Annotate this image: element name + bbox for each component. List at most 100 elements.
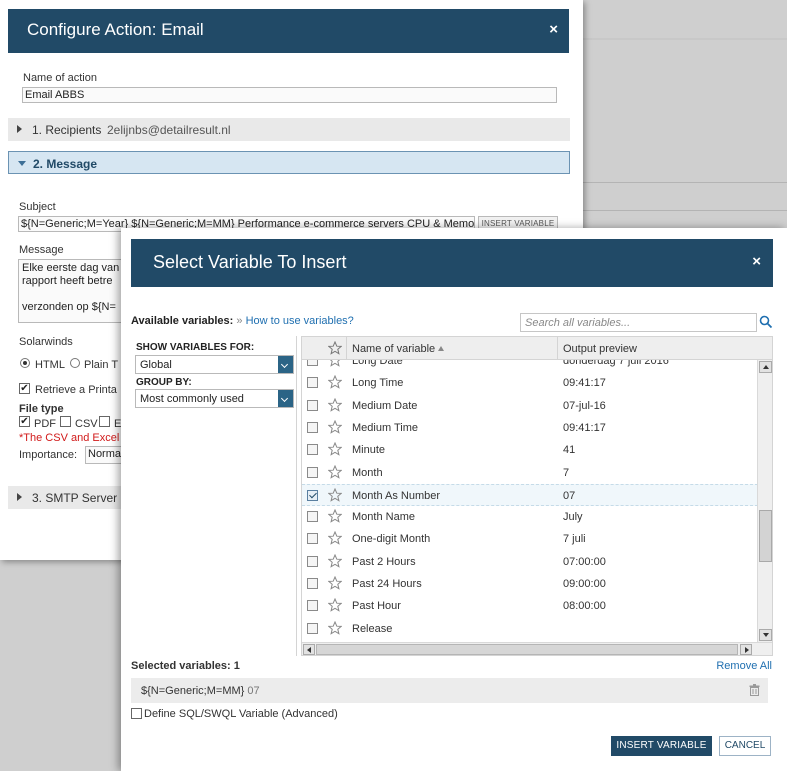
variable-name: Past Hour <box>352 600 401 613</box>
variable-name: Medium Time <box>352 421 419 434</box>
format-plain-radio[interactable] <box>70 358 80 368</box>
row-checkbox[interactable] <box>307 489 318 501</box>
row-checkbox[interactable] <box>307 511 318 523</box>
star-icon[interactable] <box>328 620 342 635</box>
chevron-down-icon[interactable] <box>278 356 293 373</box>
variable-name: Medium Date <box>352 399 418 412</box>
star-icon[interactable] <box>328 464 342 479</box>
horizontal-scroll-thumb[interactable] <box>316 644 738 655</box>
section-title: 3. SMTP Server <box>32 491 118 505</box>
importance-label: Importance: <box>19 449 78 461</box>
group-by-select[interactable]: Most commonly used <box>135 389 294 408</box>
star-icon[interactable] <box>328 397 342 412</box>
star-icon[interactable] <box>328 553 342 568</box>
scroll-right-icon[interactable] <box>740 644 752 655</box>
table-row[interactable]: Past Hour 08:00:00 <box>302 595 758 617</box>
define-sql-checkbox[interactable] <box>131 708 142 719</box>
table-row[interactable]: One-digit Month 7 juli <box>302 528 758 550</box>
grid-header: Name of variable Output preview <box>302 337 772 360</box>
message-line: Elke eerste dag van <box>22 262 120 274</box>
table-row[interactable]: Release <box>302 618 758 640</box>
message-label: Message <box>19 244 64 256</box>
table-row[interactable]: Minute 41 <box>302 439 758 461</box>
row-checkbox[interactable] <box>307 377 318 389</box>
scroll-up-icon[interactable] <box>759 361 772 373</box>
table-row[interactable]: Month 7 <box>302 462 758 484</box>
vertical-scrollbar[interactable] <box>757 360 772 642</box>
background-strip <box>583 38 787 40</box>
name-of-action-input[interactable]: Email ABBS <box>22 87 557 103</box>
configure-dialog-title: Configure Action: Email <box>27 20 204 39</box>
row-checkbox[interactable] <box>307 600 318 612</box>
trash-icon[interactable] <box>749 684 760 696</box>
retrieve-printable-checkbox[interactable]: ✔ <box>19 383 30 394</box>
show-variables-for-select[interactable]: Global <box>135 355 294 374</box>
row-checkbox[interactable] <box>307 578 318 589</box>
scroll-left-icon[interactable] <box>303 644 315 655</box>
table-row[interactable]: Medium Date 07-jul-16 <box>302 395 758 417</box>
scroll-thumb[interactable] <box>759 510 772 562</box>
star-icon[interactable] <box>328 375 342 390</box>
star-icon[interactable] <box>328 442 342 456</box>
variable-name: One-digit Month <box>352 533 431 546</box>
message-textarea[interactable]: Elke eerste dag van rapport heeft betre … <box>18 259 128 323</box>
available-label-text: Available variables: <box>131 315 234 327</box>
star-icon[interactable] <box>328 341 342 355</box>
table-row[interactable]: Month As Number 07 <box>302 483 758 506</box>
row-checkbox[interactable] <box>307 555 318 567</box>
file-type-csv-checkbox[interactable] <box>60 416 71 427</box>
scroll-down-icon[interactable] <box>759 629 772 641</box>
selected-variables-count: Selected variables: 1 <box>131 660 240 672</box>
insert-variable-button[interactable]: INSERT VARIABLE <box>611 736 712 756</box>
variable-name: Month As Number <box>352 489 441 502</box>
how-to-use-variables-link[interactable]: How to use variables? <box>246 315 354 327</box>
column-separator <box>346 337 347 360</box>
search-variables-input[interactable]: Search all variables... <box>520 313 757 332</box>
variable-preview: 08:00:00 <box>563 600 606 613</box>
caret-right-icon <box>17 125 22 133</box>
message-line: verzonden op ${N= <box>22 301 116 313</box>
column-header-preview[interactable]: Output preview <box>563 343 637 355</box>
file-type-excel-checkbox[interactable] <box>99 416 110 427</box>
recipients-value: 2elijnbs@detailresult.nl <box>107 123 231 137</box>
row-checkbox[interactable] <box>307 399 318 411</box>
column-header-name[interactable]: Name of variable <box>352 343 445 355</box>
column-separator <box>557 337 558 360</box>
background-divider <box>583 210 787 211</box>
show-variables-for-value: Global <box>140 359 172 371</box>
star-icon[interactable] <box>328 419 342 434</box>
caret-right-icon <box>17 493 22 501</box>
close-icon[interactable]: × <box>549 21 558 38</box>
section-recipients[interactable]: 1. Recipients 2elijnbs@detailresult.nl <box>8 118 570 141</box>
variable-preview: 07 <box>563 489 576 502</box>
cancel-button[interactable]: CANCEL <box>719 736 771 756</box>
table-row[interactable]: Medium Time 09:41:17 <box>302 417 758 439</box>
group-by-value: Most commonly used <box>140 393 244 405</box>
format-html-radio[interactable] <box>20 358 30 368</box>
star-icon[interactable] <box>328 487 342 502</box>
table-row[interactable]: Past 2 Hours 07:00:00 <box>302 551 758 573</box>
row-checkbox[interactable] <box>307 622 318 634</box>
table-row[interactable]: Past 24 Hours 09:00:00 <box>302 573 758 595</box>
define-sql-variable[interactable]: Define SQL/SWQL Variable (Advanced) <box>131 708 338 720</box>
file-type-pdf-checkbox[interactable]: ✔ <box>19 416 30 427</box>
star-icon[interactable] <box>328 598 342 613</box>
row-checkbox[interactable] <box>307 466 318 478</box>
row-checkbox[interactable] <box>307 533 318 545</box>
variable-name: Past 24 Hours <box>352 578 422 590</box>
table-row[interactable]: Long Time 09:41:17 <box>302 372 758 394</box>
section-message[interactable]: 2. Message <box>8 151 570 174</box>
close-icon[interactable]: × <box>752 253 761 270</box>
row-checkbox[interactable] <box>307 444 318 456</box>
star-icon[interactable] <box>328 531 342 546</box>
search-icon[interactable] <box>759 315 773 329</box>
row-checkbox[interactable] <box>307 421 318 433</box>
horizontal-scrollbar[interactable] <box>302 642 772 655</box>
remove-all-link[interactable]: Remove All <box>716 660 772 672</box>
format-html-label: HTML <box>35 359 65 371</box>
chevron-down-icon[interactable] <box>278 390 293 407</box>
star-icon[interactable] <box>328 576 342 590</box>
star-icon[interactable] <box>328 509 342 523</box>
table-row[interactable]: Month Name July <box>302 506 758 528</box>
variable-name: Release <box>352 622 393 635</box>
